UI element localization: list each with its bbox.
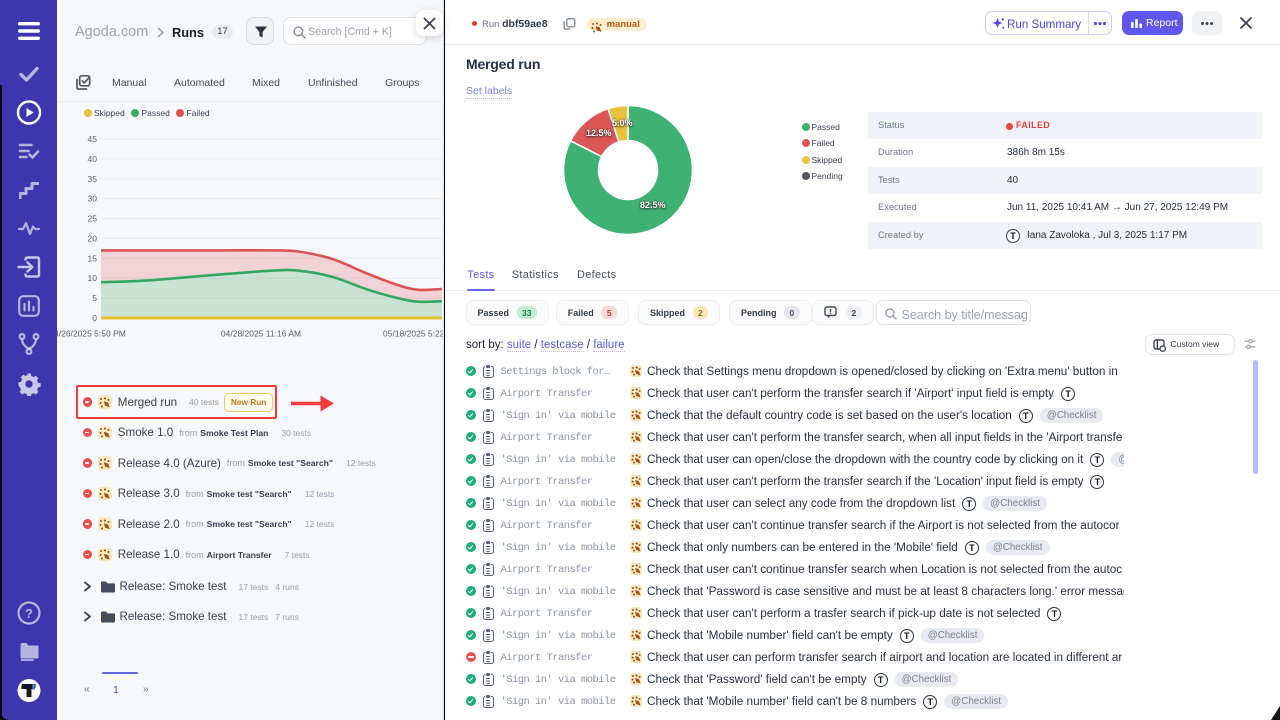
svg-text:35: 35: [88, 174, 98, 184]
svg-text:05/18/2025 5:22 PM: 05/18/2025 5:22 PM: [383, 329, 443, 339]
svg-text:25: 25: [88, 214, 98, 224]
svg-text:30: 30: [88, 194, 98, 204]
svg-text:4/26/2025 5:50 PM: 4/26/2025 5:50 PM: [57, 329, 126, 339]
svg-text:15: 15: [88, 253, 98, 263]
svg-text:20: 20: [88, 233, 98, 243]
svg-text:?: ?: [25, 606, 33, 621]
svg-text:0: 0: [92, 313, 97, 323]
svg-text:45: 45: [88, 134, 98, 144]
svg-text:5: 5: [92, 293, 97, 303]
svg-text:04/28/2025 11:16 AM: 04/28/2025 11:16 AM: [221, 329, 301, 339]
svg-text:40: 40: [88, 154, 98, 164]
svg-text:10: 10: [88, 273, 98, 283]
